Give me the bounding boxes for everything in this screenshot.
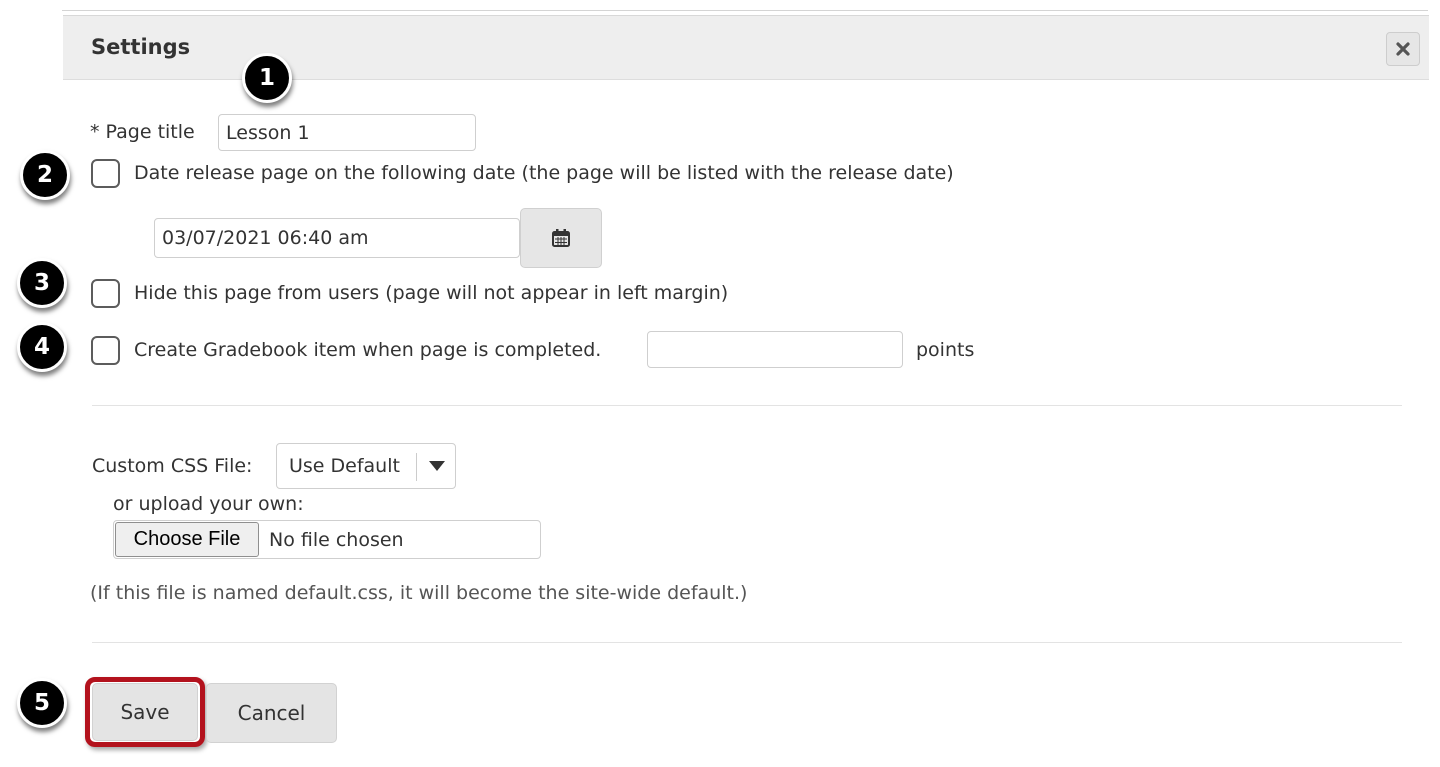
callout-badge-3: 3: [17, 258, 67, 308]
release-date-input[interactable]: [154, 218, 520, 258]
calendar-icon: [552, 229, 570, 247]
custom-css-label: Custom CSS File:: [92, 455, 253, 477]
cancel-button[interactable]: Cancel: [206, 683, 337, 743]
custom-css-selected-value: Use Default: [289, 455, 400, 477]
date-release-checkbox[interactable]: [91, 159, 120, 188]
section-divider-bottom: [92, 642, 1402, 643]
close-button[interactable]: [1386, 32, 1420, 66]
callout-badge-4: 4: [17, 322, 67, 372]
hide-page-label: Hide this page from users (page will not…: [134, 282, 729, 304]
gradebook-checkbox[interactable]: [91, 336, 120, 365]
hide-page-checkbox[interactable]: [91, 279, 120, 308]
points-input[interactable]: [647, 331, 903, 368]
date-release-label: Date release page on the following date …: [134, 162, 954, 184]
callout-badge-5: 5: [17, 678, 67, 728]
gradebook-label: Create Gradebook item when page is compl…: [134, 339, 602, 361]
callout-badge-1: 1: [242, 53, 292, 103]
points-label: points: [916, 339, 975, 361]
calendar-button[interactable]: [520, 208, 602, 268]
upload-label: or upload your own:: [113, 493, 304, 515]
select-separator: [416, 453, 417, 481]
page-title-input[interactable]: [218, 114, 476, 151]
custom-css-select[interactable]: Use Default: [276, 443, 456, 489]
file-status-text: No file chosen: [269, 529, 404, 551]
section-divider: [92, 405, 1402, 406]
close-icon: [1396, 42, 1410, 56]
callout-badge-2: 2: [20, 150, 70, 200]
top-rule: [62, 10, 1428, 11]
dropdown-arrow-icon: [429, 461, 445, 471]
file-note: (If this file is named default.css, it w…: [90, 582, 748, 604]
dialog-title: Settings: [91, 35, 191, 59]
choose-file-button[interactable]: Choose File: [115, 522, 259, 557]
save-highlight-frame: [85, 677, 205, 747]
page-title-label: * Page title: [90, 121, 195, 143]
file-upload: Choose File No file chosen: [113, 520, 541, 559]
